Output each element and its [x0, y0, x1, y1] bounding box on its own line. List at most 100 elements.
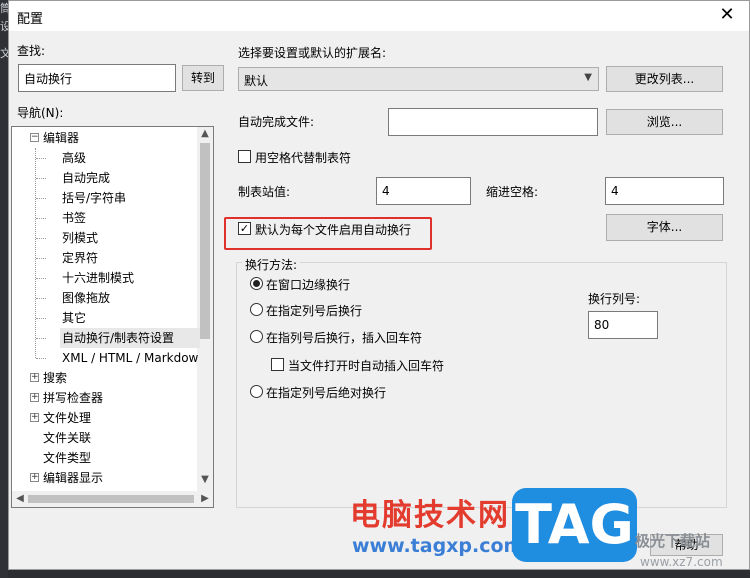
- watermark-text: 电脑技术网: [350, 498, 510, 533]
- scroll-left-icon[interactable]: ◀: [12, 493, 28, 504]
- tree-item[interactable]: 图像拖放: [12, 288, 197, 308]
- tree-guide-line: [36, 238, 46, 239]
- wrap-method-label: 换行方法:: [242, 256, 301, 273]
- autocomplete-file-input[interactable]: [388, 108, 598, 136]
- tree-item[interactable]: 文件类型: [12, 448, 197, 468]
- tree-item[interactable]: 高级: [12, 148, 197, 168]
- tree-item[interactable]: 自动完成: [12, 168, 197, 188]
- navigation-tree[interactable]: ▲ ▼ ◀ ▶ − 编辑器高级自动完成括号/字符串 书签列模式定界符十六进制模式 图像…: [11, 126, 214, 508]
- tree-item-label: 括号/字符串: [62, 191, 127, 205]
- tab-stop-label: 制表站值:: [238, 185, 291, 199]
- find-label: 查找:: [17, 44, 46, 58]
- wrap-option-label-3: 在指定列号后绝对换行: [266, 386, 387, 400]
- tree-item-label: 十六进制模式: [62, 271, 135, 285]
- tree-item[interactable]: 定界符: [12, 248, 197, 268]
- tree-item[interactable]: 书签: [12, 208, 197, 228]
- tree-item[interactable]: + 编辑器显示: [12, 468, 197, 488]
- tree-horizontal-scrollbar[interactable]: ◀ ▶: [12, 491, 213, 507]
- tree-guide-line: [36, 218, 46, 219]
- tree-item-label: 拼写检查器: [43, 391, 104, 405]
- tree-item-label: 搜索: [43, 371, 68, 385]
- extension-select[interactable]: 默认 ▼: [238, 67, 599, 91]
- watermark-brand: 极光下载站: [635, 532, 711, 550]
- wrap-option-radio-1[interactable]: [250, 303, 263, 316]
- tag-logo: TAG: [512, 488, 637, 562]
- tree-item[interactable]: 列模式: [12, 228, 197, 248]
- tree-item[interactable]: 文件关联: [12, 428, 197, 448]
- tree-item-label: 图像拖放: [62, 291, 111, 305]
- extension-select-value: 默认: [244, 74, 269, 88]
- watermark-url: www.tagxp.com: [352, 535, 524, 557]
- scroll-right-icon[interactable]: ▶: [197, 493, 213, 504]
- wrap-option-label-0: 在窗口边缘换行: [266, 278, 351, 292]
- close-icon[interactable]: ✕: [715, 4, 739, 28]
- tree-item-label: 其它: [62, 311, 87, 325]
- background-strip: [0, 0, 8, 578]
- highlight-box: [224, 217, 432, 250]
- tree-guide-line: [36, 258, 46, 259]
- tree-item-label: 文件关联: [43, 431, 92, 445]
- tree-item-label: 高级: [62, 151, 87, 165]
- indent-input[interactable]: [605, 177, 724, 205]
- tree-guide-line: [36, 198, 46, 199]
- tree-guide-line: [36, 158, 46, 159]
- use-spaces-label: 用空格代替制表符: [255, 151, 352, 165]
- tree-item-label: 自动换行/制表符设置: [62, 331, 175, 345]
- font-button[interactable]: 字体...: [606, 214, 723, 241]
- tree-item[interactable]: 其它: [12, 308, 197, 328]
- tree-guide-line: [36, 358, 46, 359]
- tree-vertical-scrollbar[interactable]: ▲ ▼: [197, 127, 213, 491]
- insert-cr-checkbox[interactable]: [271, 358, 284, 371]
- wrap-option-radio-3[interactable]: [250, 385, 263, 398]
- tree-item-label: 文件类型: [43, 451, 92, 465]
- wrap-option-label-1: 在指定列号后换行: [266, 304, 363, 318]
- tree-item[interactable]: + 拼写检查器: [12, 388, 197, 408]
- tree-item-label: 文件处理: [43, 411, 92, 425]
- tree-item[interactable]: + 文件处理: [12, 408, 197, 428]
- wrap-column-label: 换行列号:: [588, 292, 641, 306]
- tree-item-label: 编辑器显示: [43, 471, 104, 485]
- tree-item[interactable]: 括号/字符串: [12, 188, 197, 208]
- collapse-icon[interactable]: −: [30, 133, 39, 142]
- title-bar: 配置 ✕: [9, 1, 749, 31]
- wrap-column-input[interactable]: [588, 311, 658, 339]
- scroll-thumb-horizontal[interactable]: [28, 495, 194, 503]
- browse-button[interactable]: 浏览...: [606, 109, 723, 135]
- change-list-button[interactable]: 更改列表...: [606, 66, 723, 92]
- dialog-title: 配置: [17, 12, 44, 27]
- tree-guide-line: [36, 298, 46, 299]
- expand-icon[interactable]: +: [30, 413, 39, 422]
- tree-item[interactable]: 十六进制模式: [12, 268, 197, 288]
- tree-guide-line: [36, 338, 46, 339]
- use-spaces-checkbox[interactable]: [238, 150, 251, 163]
- tab-stop-input[interactable]: [376, 177, 471, 205]
- scroll-up-icon[interactable]: ▲: [197, 128, 213, 139]
- tree-guide-line: [36, 178, 46, 179]
- scroll-thumb[interactable]: [200, 143, 210, 339]
- chevron-down-icon: ▼: [584, 72, 592, 83]
- tree-item[interactable]: − 编辑器: [12, 128, 197, 148]
- find-input[interactable]: [18, 64, 176, 92]
- expand-icon[interactable]: +: [30, 393, 39, 402]
- tree-item-label: 书签: [62, 211, 87, 225]
- scroll-down-icon[interactable]: ▼: [197, 474, 213, 485]
- tree-item-label: 定界符: [62, 251, 99, 265]
- expand-icon[interactable]: +: [30, 373, 39, 382]
- wrap-option-label-2: 在指列号后换行，插入回车符: [266, 331, 423, 345]
- tree-item[interactable]: + 搜索: [12, 368, 197, 388]
- insert-cr-label: 当文件打开时自动插入回车符: [288, 359, 445, 373]
- tree-item-label: 自动完成: [62, 171, 111, 185]
- tree-item-label: XML / HTML / Markdow: [62, 351, 199, 365]
- goto-button[interactable]: 转到: [182, 65, 224, 91]
- expand-icon[interactable]: +: [30, 473, 39, 482]
- wrap-option-radio-0[interactable]: [250, 277, 263, 290]
- watermark-brand-url: www.xz7.com: [640, 555, 723, 569]
- tree-item-label: 列模式: [62, 231, 99, 245]
- radio-selected-dot: [253, 280, 260, 287]
- tree-item[interactable]: 自动换行/制表符设置: [36, 328, 200, 348]
- tree-guide-line: [36, 278, 46, 279]
- autocomplete-file-label: 自动完成文件:: [238, 115, 315, 129]
- tree-item[interactable]: XML / HTML / Markdow: [12, 348, 199, 368]
- tree-item-label: 编辑器: [43, 131, 80, 145]
- wrap-option-radio-2[interactable]: [250, 330, 263, 343]
